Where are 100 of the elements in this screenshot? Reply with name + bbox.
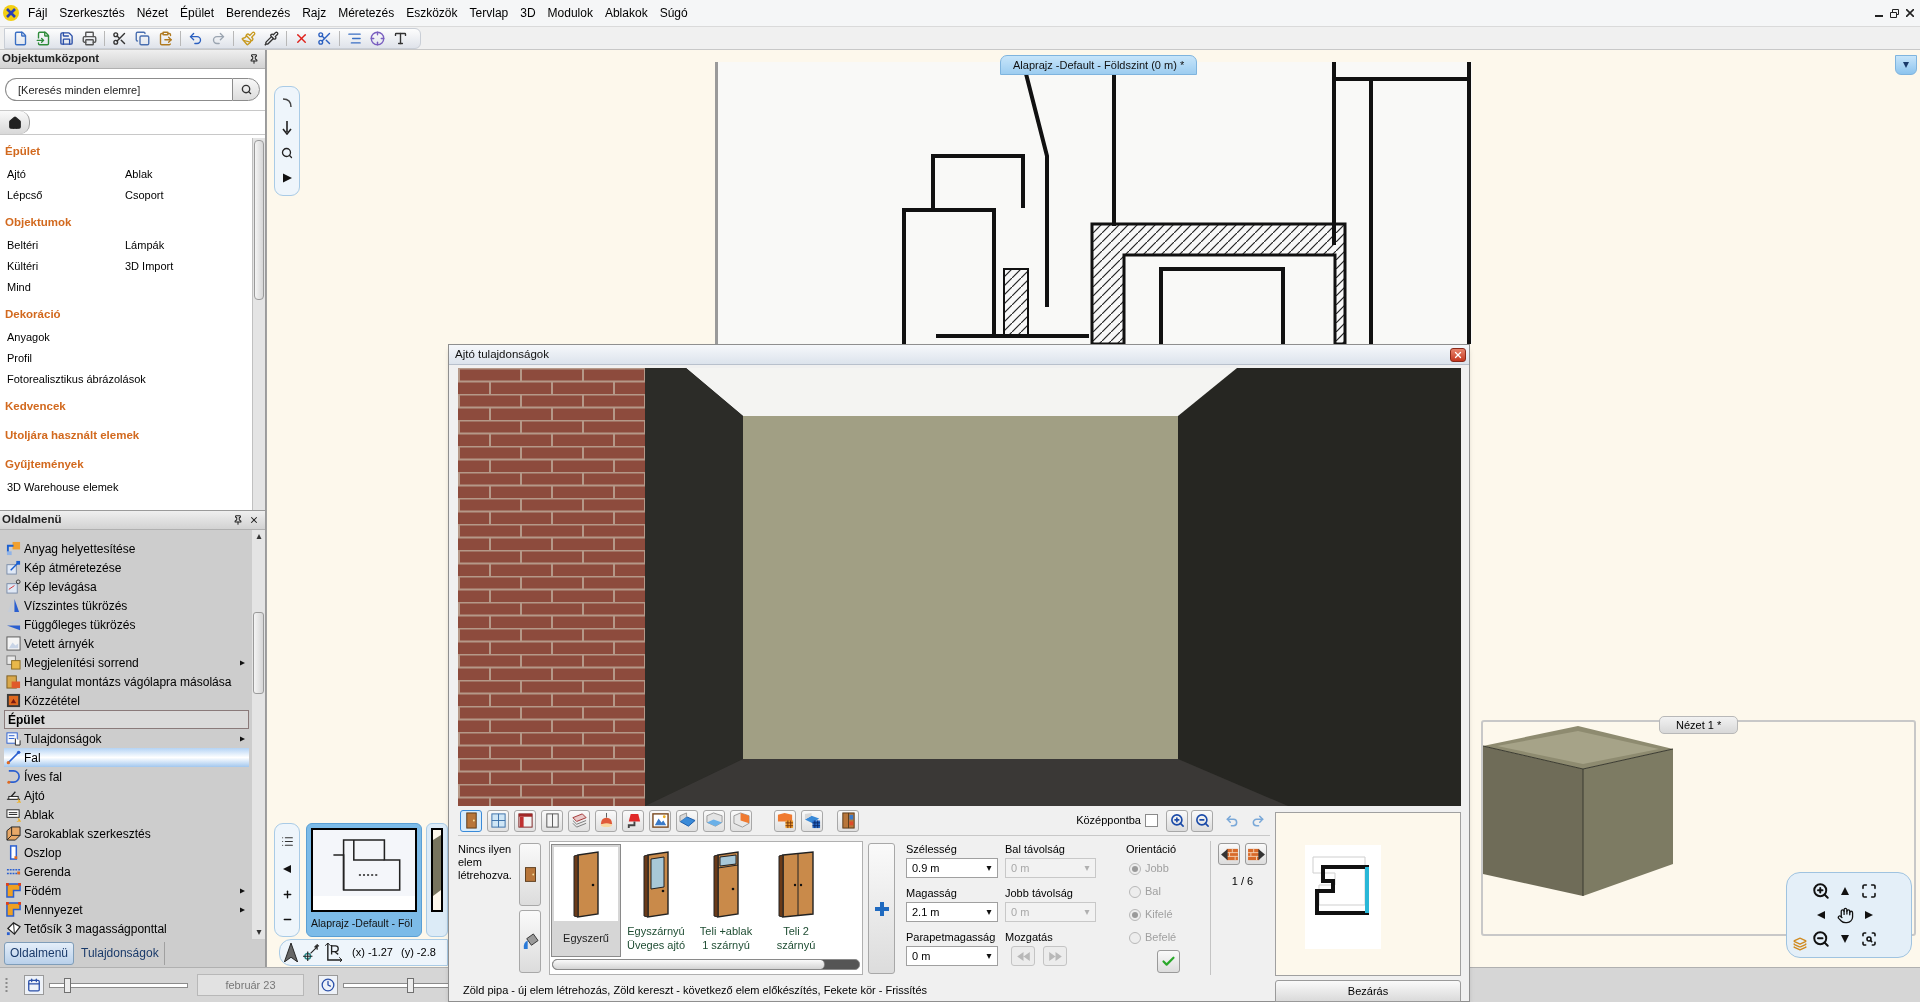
north-arrow-icon[interactable] — [284, 943, 298, 962]
hand-icon[interactable] — [1836, 906, 1854, 924]
paste-icon[interactable] — [158, 30, 173, 46]
checkbox[interactable] — [1145, 814, 1158, 827]
zoom-out-icon[interactable] — [1812, 930, 1830, 948]
menu-item[interactable]: Függőleges tükrözés — [4, 615, 249, 634]
menu-item[interactable]: Tetősík 3 magasságponttal — [4, 919, 249, 938]
close-button[interactable] — [1450, 347, 1466, 362]
search-field[interactable]: [Keresés minden elemre] — [5, 78, 232, 101]
door-library-button[interactable] — [519, 843, 541, 906]
menu-item[interactable]: Hangulat montázs vágólapra másolása — [4, 672, 249, 691]
menu-item[interactable]: Gerenda — [4, 862, 249, 881]
axis-icon[interactable] — [325, 943, 342, 962]
menu-item[interactable]: Modulok — [541, 2, 599, 24]
slider-thumb[interactable] — [406, 977, 414, 993]
align-right-icon[interactable] — [347, 30, 362, 46]
next-page-button[interactable] — [1245, 843, 1267, 865]
right-arrow-icon[interactable] — [1865, 908, 1873, 922]
list-icon[interactable] — [280, 834, 294, 848]
menu-item[interactable]: Nézet — [130, 2, 175, 24]
category-tab[interactable] — [541, 809, 563, 832]
dropdown-button[interactable] — [1895, 55, 1917, 75]
category-link[interactable]: Profil — [7, 351, 33, 364]
copy-icon[interactable] — [135, 30, 150, 46]
app-logo-icon[interactable] — [3, 5, 19, 21]
zoom-in-icon[interactable] — [1812, 882, 1830, 900]
category-link[interactable]: Kültéri — [7, 259, 39, 272]
scrollbar[interactable] — [552, 959, 860, 970]
add-button[interactable] — [868, 843, 895, 974]
dropdown-field[interactable]: 0 m — [906, 946, 998, 966]
menu-item[interactable]: Szerkesztés — [53, 2, 131, 24]
slider-track[interactable] — [343, 977, 451, 993]
category-link[interactable]: Lámpák — [125, 238, 165, 251]
category-tab[interactable] — [622, 809, 644, 832]
paint-button[interactable] — [519, 910, 541, 973]
scrollbar-thumb[interactable] — [253, 612, 264, 694]
pin-icon[interactable] — [249, 54, 259, 64]
new-document-icon[interactable] — [13, 30, 28, 46]
category-link[interactable]: Ajtó — [7, 167, 26, 180]
menu-item[interactable]: Vetett árnyék — [4, 634, 249, 653]
import-icon[interactable] — [36, 30, 51, 46]
menu-item[interactable]: Kép levágása — [4, 577, 249, 596]
category-tab[interactable] — [676, 809, 698, 832]
scrollbar-thumb[interactable] — [254, 140, 264, 300]
left-arrow-icon[interactable] — [1817, 908, 1825, 922]
down-arrow-icon[interactable] — [282, 121, 292, 135]
right-arrow-icon[interactable] — [282, 171, 292, 185]
dropdown-field[interactable]: 2.1 m — [906, 902, 998, 922]
scroll-up-icon[interactable] — [254, 534, 263, 539]
menu-item[interactable]: Födém — [4, 881, 249, 900]
menu-item[interactable]: Ajtó — [4, 786, 249, 805]
menu-item[interactable]: Eszközök — [400, 2, 464, 24]
menu-item[interactable]: Kép átméretezése — [4, 558, 249, 577]
door-style-option[interactable]: Egyszerű — [551, 844, 621, 957]
scrollbar[interactable] — [252, 138, 265, 510]
door-style-option[interactable]: Egyszárnyú Üveges ajtó — [621, 844, 691, 957]
panel-tab[interactable]: Tulajdonságok — [76, 941, 165, 965]
eyedropper-icon[interactable] — [264, 30, 279, 46]
menu-item[interactable]: Sarokablak szerkesztés — [4, 824, 249, 843]
category-link[interactable]: Fotorealisztikus ábrázolások — [7, 372, 146, 385]
crosshair-icon[interactable] — [370, 30, 385, 46]
undo-icon[interactable] — [188, 30, 203, 46]
menu-item[interactable]: Rajz — [296, 2, 333, 24]
previous-page-button[interactable] — [1218, 843, 1240, 865]
door-style-option[interactable]: Teli +ablak 1 szárnyú — [691, 844, 761, 957]
up-arrow-icon[interactable] — [1838, 887, 1852, 895]
menu-item[interactable]: Tervlap — [463, 2, 515, 24]
category-link[interactable]: 3D Import — [125, 259, 174, 272]
snap-point-icon[interactable] — [303, 944, 320, 961]
menu-item[interactable]: Anyag helyettesítése — [4, 539, 249, 558]
category-link[interactable]: Beltéri — [7, 238, 39, 251]
panel-tab[interactable]: Oldalmenü — [4, 941, 75, 965]
menu-item[interactable]: Berendezés — [220, 2, 297, 24]
zoom-out-button[interactable] — [1191, 809, 1213, 832]
menu-item[interactable]: Megjelenítési sorrend — [4, 653, 249, 672]
menu-item[interactable]: Ablakok — [598, 2, 654, 24]
menu-item[interactable]: Méretezés — [332, 2, 401, 24]
calendar-button[interactable] — [24, 975, 44, 995]
confirm-button[interactable] — [1157, 950, 1180, 973]
menu-item[interactable]: Fájl — [22, 2, 54, 24]
scroll-down-icon[interactable] — [254, 930, 263, 935]
menu-item[interactable]: Ablak — [4, 805, 249, 824]
category-tab[interactable] — [649, 809, 671, 832]
scrollbar-thumb[interactable] — [553, 960, 825, 969]
zoom-in-button[interactable] — [1166, 809, 1188, 832]
close-icon[interactable] — [1906, 9, 1914, 17]
category-tab[interactable] — [774, 809, 796, 832]
restore-icon[interactable] — [1890, 8, 1899, 18]
category-tab[interactable] — [514, 809, 536, 832]
door-style-option[interactable]: Teli 2 szárnyú — [761, 844, 831, 957]
search-icon[interactable] — [281, 147, 293, 159]
menu-item[interactable]: Közzététel — [4, 691, 249, 710]
view-3d-tab[interactable]: Nézet 1 * — [1659, 716, 1739, 734]
slider-thumb[interactable] — [64, 977, 72, 993]
category-link[interactable]: Mind — [7, 280, 31, 293]
category-tab[interactable] — [837, 809, 859, 832]
fit-view-icon[interactable] — [1861, 883, 1877, 899]
dropdown-field[interactable]: 0.9 m — [906, 858, 998, 878]
menu-item[interactable]: Fal — [4, 748, 249, 767]
category-tab[interactable] — [460, 809, 482, 832]
